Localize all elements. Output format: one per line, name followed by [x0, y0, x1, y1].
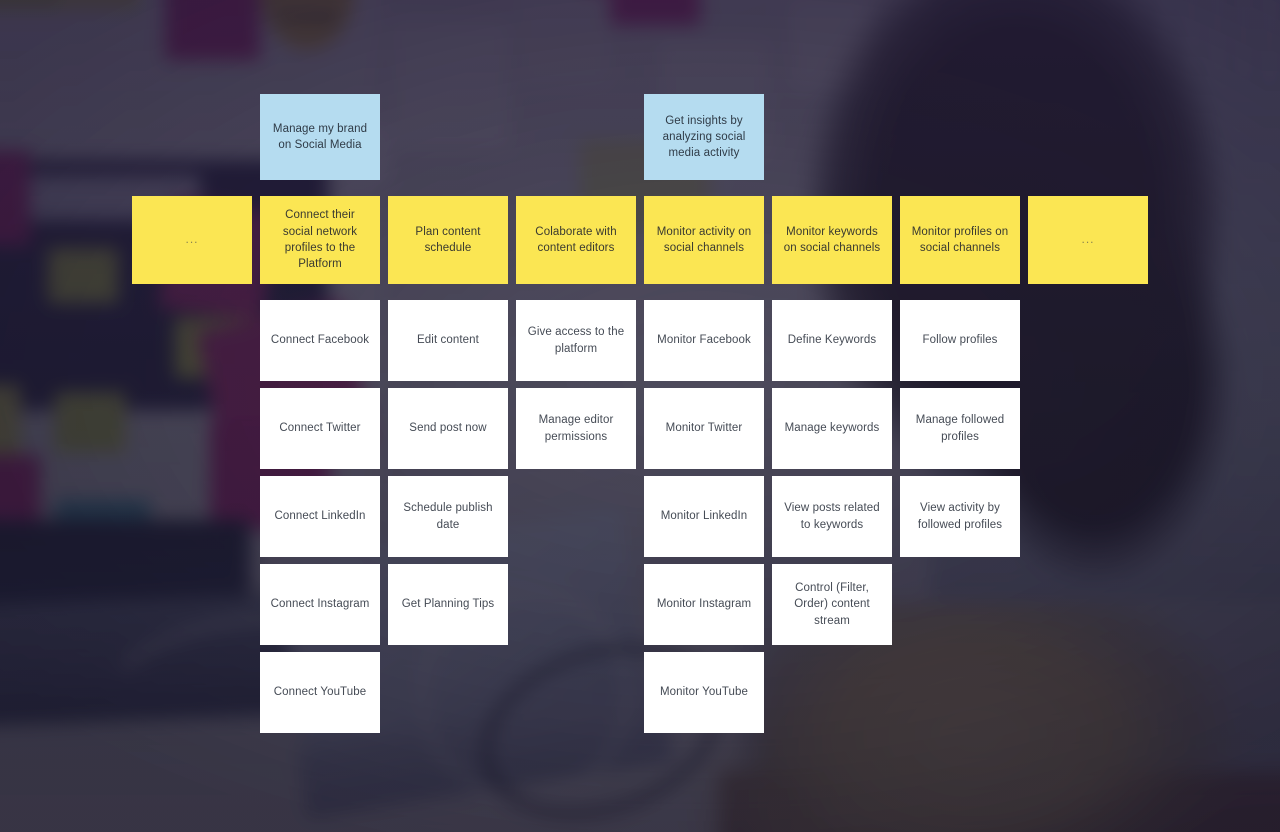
goal-card-label: Get insights by analyzing social media a… — [662, 114, 746, 160]
story-card[interactable]: Get Planning Tips — [388, 564, 508, 645]
story-card[interactable]: View posts related to keywords — [772, 476, 892, 557]
story-card[interactable]: Schedule publish date — [388, 476, 508, 557]
story-card[interactable]: Connect Instagram — [260, 564, 380, 645]
story-card[interactable]: Connect YouTube — [260, 652, 380, 733]
story-card-label: Monitor Facebook — [657, 334, 751, 347]
story-card-label: Monitor Twitter — [665, 422, 743, 435]
activity-card[interactable]: Plan content schedule — [388, 196, 508, 284]
activity-card-label: Monitor activity on social channels — [656, 225, 752, 254]
activity-card[interactable]: Monitor keywords on social channels — [772, 196, 892, 284]
story-card-label: Connect YouTube — [273, 686, 367, 699]
story-card[interactable]: Monitor Instagram — [644, 564, 764, 645]
activity-card-label: Monitor profiles on social channels — [911, 225, 1009, 254]
activity-card-label: Plan content schedule — [415, 225, 481, 254]
story-card[interactable]: Monitor Twitter — [644, 388, 764, 469]
card-layer: Manage my brand on Social Media Get insig… — [0, 0, 1280, 832]
story-card[interactable]: Monitor Facebook — [644, 300, 764, 381]
activity-card-more[interactable]: ... — [132, 196, 252, 284]
goal-card[interactable]: Get insights by analyzing social media a… — [644, 94, 764, 180]
story-card[interactable]: Send post now — [388, 388, 508, 469]
story-card-label: Connect Twitter — [279, 422, 361, 435]
story-card-label: Give access to the platform — [527, 326, 625, 355]
activity-card-label: ... — [185, 232, 199, 247]
story-card-label: Schedule publish date — [403, 502, 493, 531]
story-card-label: View activity by followed profiles — [917, 502, 1003, 531]
story-card-label: Follow profiles — [922, 334, 998, 347]
story-card[interactable]: Give access to the platform — [516, 300, 636, 381]
activity-card-label: ... — [1081, 232, 1095, 247]
activity-card[interactable]: Monitor profiles on social channels — [900, 196, 1020, 284]
story-card[interactable]: Edit content — [388, 300, 508, 381]
story-card[interactable]: Follow profiles — [900, 300, 1020, 381]
story-card[interactable]: Manage editor permissions — [516, 388, 636, 469]
story-card-label: View posts related to keywords — [784, 502, 880, 531]
activity-card-label: Connect their social network profiles to… — [282, 209, 358, 271]
story-map-board: PUDIM Manage my brand on Social MediaGet… — [0, 0, 1280, 832]
story-card-label: Get Planning Tips — [401, 598, 495, 611]
story-card-label: Monitor Instagram — [656, 598, 752, 611]
story-card[interactable]: Connect Twitter — [260, 388, 380, 469]
story-card[interactable]: View activity by followed profiles — [900, 476, 1020, 557]
goal-card[interactable]: Manage my brand on Social Media — [260, 94, 380, 180]
activity-card[interactable]: Monitor activity on social channels — [644, 196, 764, 284]
story-card[interactable]: Define Keywords — [772, 300, 892, 381]
story-card-label: Manage keywords — [784, 422, 880, 435]
story-card-label: Monitor LinkedIn — [660, 510, 748, 523]
activity-card[interactable]: Connect their social network profiles to… — [260, 196, 380, 284]
story-card-label: Edit content — [417, 334, 479, 347]
activity-card[interactable]: Colaborate with content editors — [516, 196, 636, 284]
story-card[interactable]: Manage keywords — [772, 388, 892, 469]
story-card[interactable]: Connect LinkedIn — [260, 476, 380, 557]
story-card[interactable]: Connect Facebook — [260, 300, 380, 381]
story-card-label: Connect Facebook — [270, 334, 370, 347]
story-card-label: Connect LinkedIn — [274, 510, 366, 523]
story-card-label: Connect Instagram — [270, 598, 370, 611]
story-card-label: Manage followed profiles — [915, 414, 1005, 443]
activity-card-label: Monitor keywords on social channels — [783, 225, 881, 254]
story-card[interactable]: Control (Filter, Order) content stream — [772, 564, 892, 645]
story-card-label: Monitor YouTube — [659, 686, 749, 699]
story-card-label: Send post now — [409, 422, 487, 435]
goal-card-label: Manage my brand on Social Media — [272, 122, 368, 151]
story-card[interactable]: Monitor YouTube — [644, 652, 764, 733]
story-card[interactable]: Monitor LinkedIn — [644, 476, 764, 557]
activity-card-more[interactable]: ... — [1028, 196, 1148, 284]
story-card-label: Define Keywords — [787, 334, 877, 347]
story-card[interactable]: Manage followed profiles — [900, 388, 1020, 469]
story-card-label: Manage editor permissions — [538, 414, 614, 443]
activity-card-label: Colaborate with content editors — [535, 225, 617, 254]
story-card-label: Control (Filter, Order) content stream — [794, 582, 870, 627]
